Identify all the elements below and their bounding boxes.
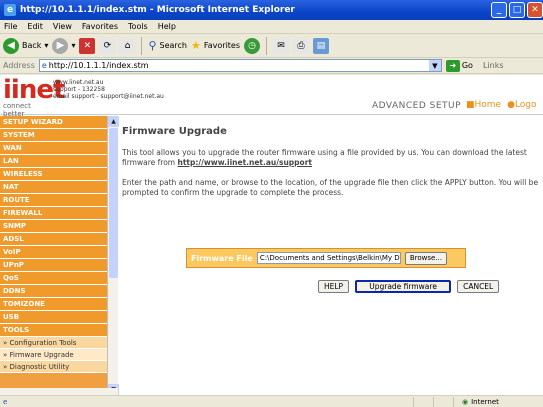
firmware-file-label: Firmware File [191, 253, 253, 263]
home-link[interactable]: ■Home [466, 100, 501, 110]
chevron-down-icon: ▾ [71, 41, 76, 50]
sidebar-menu: SETUP WIZARD SYSTEM WAN LAN WIRELESS NAT… [0, 116, 107, 395]
address-label: Address [3, 61, 35, 70]
contact-info: www.iinet.net.au support - 132258 email … [53, 79, 164, 100]
scroll-up-icon[interactable]: ▲ [108, 116, 119, 127]
refresh-icon[interactable]: ⟳ [99, 37, 116, 54]
menu-help[interactable]: Help [158, 22, 176, 31]
edit-icon[interactable]: ▤ [313, 37, 330, 54]
toolbar-separator [266, 36, 268, 55]
window-title: http://10.1.1.1/index.stm - Microsoft In… [20, 5, 295, 15]
sidebar-item-firewall[interactable]: FIREWALL [0, 207, 107, 220]
star-icon: ★ [191, 39, 201, 52]
search-button[interactable]: ⚲ Search [148, 39, 187, 52]
action-buttons: HELP Upgrade firmware CANCEL [318, 280, 500, 293]
sidebar-item-voip[interactable]: VoIP [0, 246, 107, 259]
cancel-button[interactable]: CANCEL [457, 280, 500, 293]
history-icon[interactable]: ◷ [244, 37, 261, 54]
menu-favorites[interactable]: Favorites [82, 22, 118, 31]
print-icon[interactable]: ⎙ [293, 37, 310, 54]
back-button[interactable]: ◀ Back ▾ [3, 37, 49, 54]
status-cell [434, 396, 454, 407]
menu-bar: File Edit View Favorites Tools Help [0, 20, 543, 34]
address-bar: Address e http://10.1.1.1/index.stm ▼ ➜ … [0, 58, 543, 74]
zone-label: Internet [471, 397, 499, 406]
globe-icon: ◉ [462, 397, 469, 406]
forward-button[interactable]: ▶ ▾ [52, 37, 76, 54]
scrollbar-thumb[interactable] [109, 128, 118, 278]
home-icon[interactable]: ⌂ [119, 37, 136, 54]
sidebar-item-wireless[interactable]: WIRELESS [0, 168, 107, 181]
horizontal-scrollbar[interactable] [0, 388, 118, 395]
header-nav: ■Home ●Logo [466, 100, 537, 110]
sidebar-item-qos[interactable]: QoS [0, 272, 107, 285]
sidebar-item-tomizone[interactable]: TOMIZONE [0, 298, 107, 311]
page-icon: e [41, 61, 47, 70]
page-title: Firmware Upgrade [122, 126, 227, 137]
sidebar-item-usb[interactable]: USB [0, 311, 107, 324]
close-button[interactable]: ✕ [527, 2, 543, 18]
router-header: iinet connect better www.iinet.net.au su… [0, 75, 543, 118]
sidebar-item-nat[interactable]: NAT [0, 181, 107, 194]
browse-button[interactable]: Browse... [404, 251, 447, 265]
stop-icon[interactable]: ✕ [79, 37, 96, 54]
iinet-logo: iinet connect better [3, 75, 65, 118]
support-link[interactable]: http://www.iinet.net.au/support [177, 158, 312, 167]
sidebar-item-system[interactable]: SYSTEM [0, 129, 107, 142]
sidebar-item-wan[interactable]: WAN [0, 142, 107, 155]
menu-view[interactable]: View [53, 22, 72, 31]
minimize-button[interactable]: _ [491, 2, 507, 18]
status-cell [414, 396, 434, 407]
favorites-button[interactable]: ★ Favorites [191, 39, 240, 52]
sidebar-item-snmp[interactable]: SNMP [0, 220, 107, 233]
logout-link[interactable]: ●Logo [507, 100, 536, 110]
address-url: http://10.1.1.1/index.stm [48, 61, 149, 70]
menu-edit[interactable]: Edit [27, 22, 43, 31]
status-bar: e ◉ Internet [0, 395, 543, 407]
mail-icon[interactable]: ✉ [273, 37, 290, 54]
firmware-file-input[interactable]: C:\Documents and Settings\Belkin\My Docu… [256, 252, 401, 264]
sidebar-subitem-diagnostic-utility[interactable]: » Diagnostic Utility [0, 361, 107, 373]
toolbar: ◀ Back ▾ ▶ ▾ ✕ ⟳ ⌂ ⚲ Search ★ Favorites … [0, 34, 543, 58]
firmware-file-row: Firmware File C:\Documents and Settings\… [186, 248, 466, 268]
menu-tools[interactable]: Tools [128, 22, 148, 31]
chevron-down-icon[interactable]: ▼ [428, 60, 441, 71]
back-arrow-icon: ◀ [3, 37, 19, 54]
chevron-down-icon: ▾ [44, 41, 49, 50]
address-input[interactable]: e http://10.1.1.1/index.stm ▼ [38, 59, 442, 72]
sidebar-item-route[interactable]: ROUTE [0, 194, 107, 207]
sidebar-item-adsl[interactable]: ADSL [0, 233, 107, 246]
go-arrow-icon: ➜ [445, 59, 460, 72]
status-text-cell [14, 396, 414, 407]
links-label[interactable]: Links [483, 61, 504, 70]
sidebar-subitem-configuration-tools[interactable]: » Configuration Tools [0, 337, 107, 349]
sidebar-item-lan[interactable]: LAN [0, 155, 107, 168]
browser-content: iinet connect better www.iinet.net.au su… [0, 75, 543, 395]
page-status-icon: e [3, 397, 8, 406]
sidebar-scrollbar[interactable]: ▲ ▼ [107, 116, 119, 395]
sidebar-subitem-firmware-upgrade[interactable]: » Firmware Upgrade [0, 349, 107, 361]
upgrade-firmware-button[interactable]: Upgrade firmware [355, 280, 452, 293]
search-icon: ⚲ [148, 39, 157, 52]
forward-arrow-icon: ▶ [52, 37, 69, 54]
maximize-button[interactable]: □ [509, 2, 525, 18]
sidebar-item-setup-wizard[interactable]: SETUP WIZARD [0, 116, 107, 129]
main-content: Firmware Upgrade This tool allows you to… [122, 116, 543, 395]
sidebar-item-upnp[interactable]: UPnP [0, 259, 107, 272]
go-button[interactable]: ➜ Go [445, 59, 473, 72]
instructions-paragraph: Enter the path and name, or browse to th… [122, 178, 539, 197]
sidebar-item-tools[interactable]: TOOLS [0, 324, 107, 337]
intro-paragraph: This tool allows you to upgrade the rout… [122, 148, 527, 167]
sidebar-item-ddns[interactable]: DDNS [0, 285, 107, 298]
help-button[interactable]: HELP [318, 280, 350, 293]
menu-file[interactable]: File [4, 22, 17, 31]
window-title-bar: e http://10.1.1.1/index.stm - Microsoft … [0, 0, 543, 20]
toolbar-separator [141, 36, 143, 55]
section-title: ADVANCED SETUP [372, 101, 462, 111]
sidebar: SETUP WIZARD SYSTEM WAN LAN WIRELESS NAT… [0, 116, 119, 395]
ie-icon: e [4, 4, 16, 16]
